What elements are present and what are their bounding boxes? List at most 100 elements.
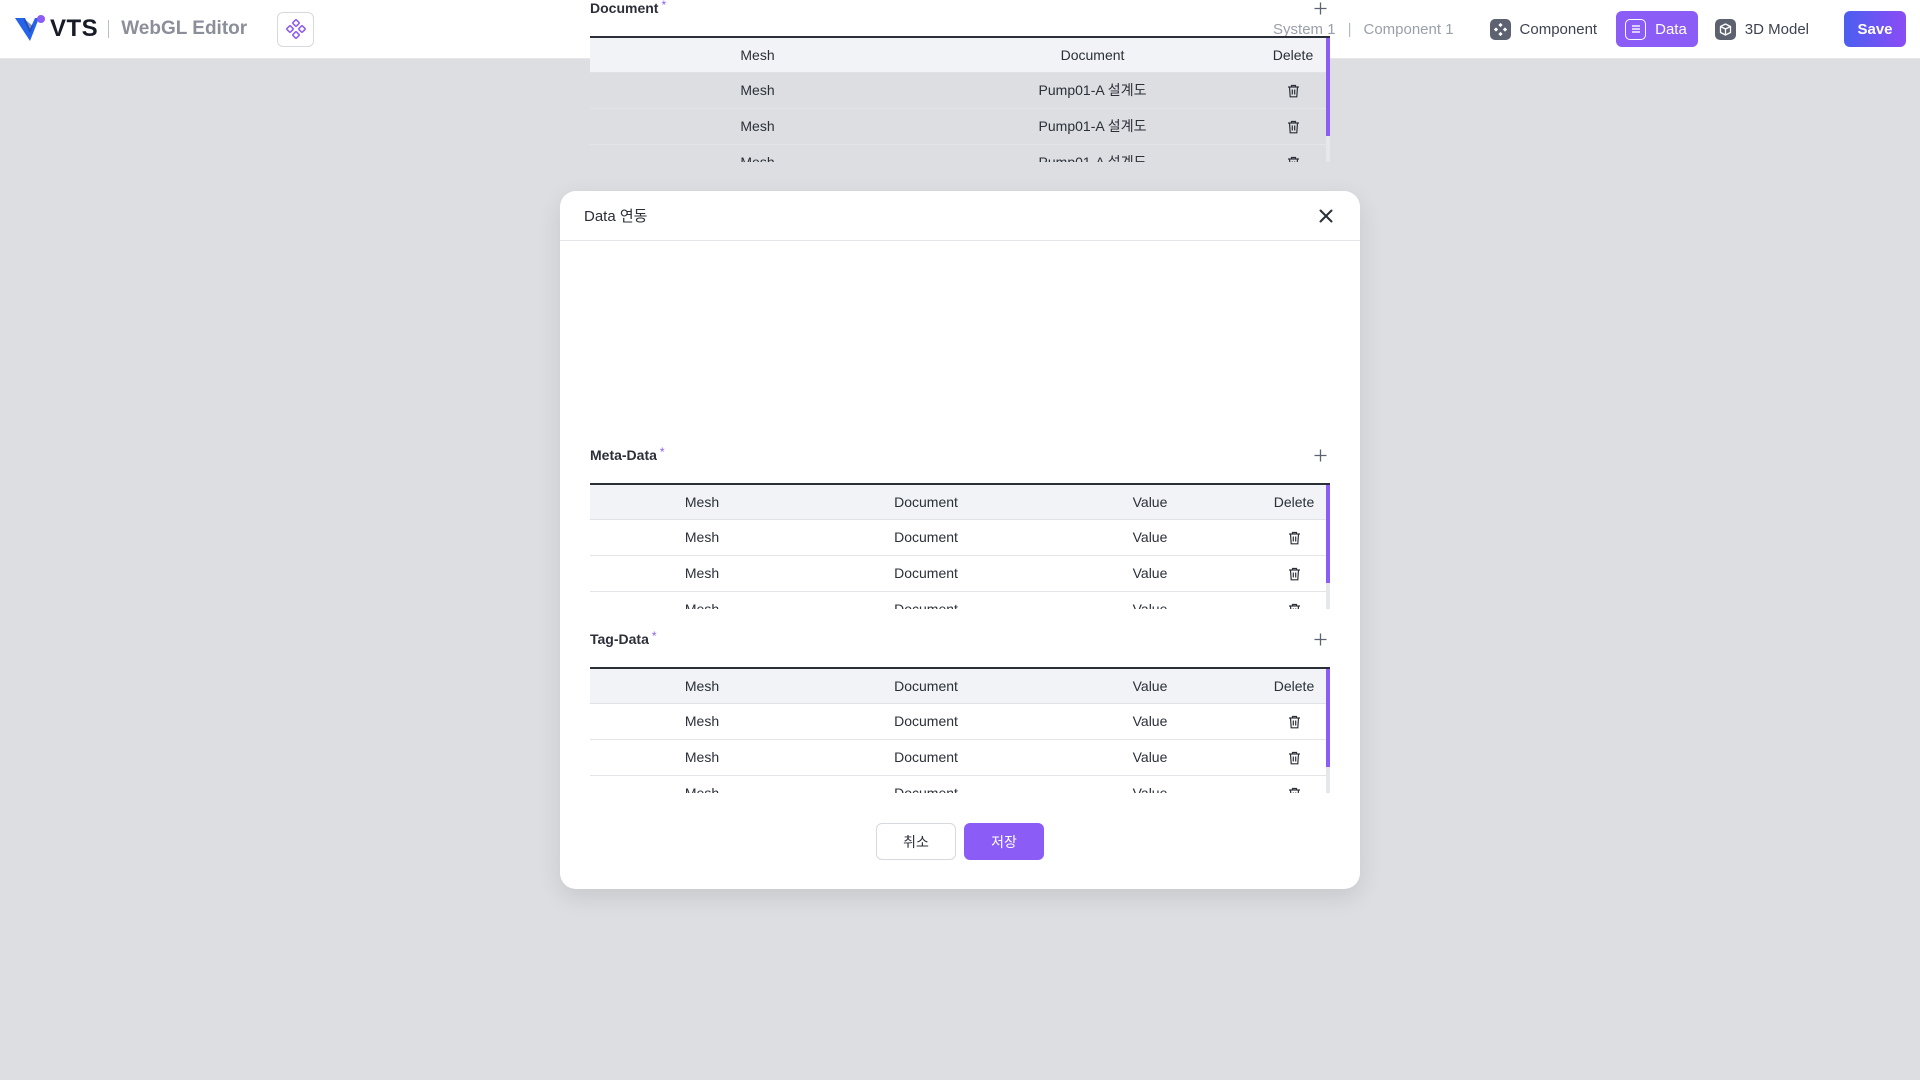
value-cell: Value: [1038, 703, 1262, 740]
add-document-button[interactable]: [1310, 0, 1330, 18]
value-cell: Value: [1038, 775, 1262, 793]
close-icon: [1319, 209, 1333, 222]
delete-cell: [1262, 519, 1326, 556]
cancel-button[interactable]: 취소: [876, 823, 956, 860]
delete-cell: [1262, 775, 1326, 793]
breadcrumb-separator: |: [1347, 20, 1352, 38]
dialog-footer: 취소 저장: [560, 823, 1360, 860]
meta-data-section-header: Meta-Data *: [590, 440, 1330, 470]
section-title: Tag-Data: [590, 631, 649, 647]
tag-data-section-header: Tag-Data *: [590, 624, 1330, 654]
mesh-cell: Mesh: [590, 108, 925, 145]
column-header: Delete: [1262, 669, 1326, 704]
cube-icon: [1714, 18, 1736, 40]
tab-3d-model-label: 3D Model: [1744, 20, 1809, 38]
scrollbar-thumb[interactable]: [1326, 485, 1330, 583]
document-cell: Document: [814, 591, 1038, 609]
close-button[interactable]: [1316, 206, 1336, 226]
delete-cell: [1260, 108, 1326, 145]
node-graph-icon: [285, 19, 306, 39]
vts-logo-icon: [15, 15, 45, 41]
required-mark: *: [661, 0, 667, 12]
tab-data-label: Data: [1655, 20, 1687, 38]
brand[interactable]: VTS WebGL Editor: [14, 14, 247, 44]
delete-cell: [1260, 72, 1326, 109]
plus-icon: [1314, 633, 1326, 645]
mesh-cell: Mesh: [590, 519, 814, 556]
table-row: Mesh Document Value: [590, 519, 1326, 556]
mesh-cell: Mesh: [590, 144, 925, 162]
table-row: Mesh Document Value: [590, 739, 1326, 776]
tab-3d-model[interactable]: 3D Model: [1706, 11, 1820, 47]
column-header: Mesh: [590, 38, 925, 73]
logo-text: VTS: [50, 15, 99, 42]
tab-component-label: Component: [1519, 20, 1598, 38]
table-header-row: Mesh Document Value Delete: [590, 669, 1326, 704]
document-cell: Document: [814, 775, 1038, 793]
header-actions: System 1 | Component 1 Component Data 3D…: [1273, 0, 1906, 58]
scrollbar-thumb[interactable]: [1326, 669, 1330, 767]
plus-icon: [1314, 2, 1326, 14]
breadcrumb-item-component[interactable]: Component 1: [1363, 21, 1453, 38]
table-row: Mesh Document Value: [590, 555, 1326, 592]
column-header: Delete: [1262, 485, 1326, 520]
save-button[interactable]: Save: [1844, 11, 1906, 47]
document-section-header: Document *: [590, 0, 1330, 23]
meta-data-section: Meta-Data * Mesh Document Value Delete M…: [590, 440, 1330, 609]
dialog-header: Data 연동: [560, 191, 1360, 241]
tag-data-table[interactable]: Mesh Document Value Delete Mesh Document…: [590, 667, 1330, 793]
value-cell: Value: [1038, 739, 1262, 776]
column-header: Value: [1038, 669, 1262, 704]
section-title: Meta-Data: [590, 447, 657, 463]
delete-cell: [1262, 591, 1326, 609]
add-meta-data-button[interactable]: [1310, 445, 1330, 465]
required-mark: *: [651, 629, 657, 643]
delete-cell: [1262, 703, 1326, 740]
mesh-cell: Mesh: [590, 555, 814, 592]
trash-icon[interactable]: [1286, 602, 1302, 609]
document-cell: Document: [814, 519, 1038, 556]
column-header: Value: [1038, 485, 1262, 520]
tab-data[interactable]: Data: [1616, 11, 1698, 47]
trash-icon[interactable]: [1286, 714, 1302, 730]
delete-cell: [1262, 555, 1326, 592]
document-cell: Document: [814, 739, 1038, 776]
value-cell: Value: [1038, 555, 1262, 592]
plus-icon: [1314, 449, 1326, 461]
tab-component[interactable]: Component: [1481, 11, 1609, 47]
scrollbar-thumb[interactable]: [1326, 38, 1330, 136]
trash-icon[interactable]: [1285, 83, 1301, 99]
node-graph-button[interactable]: [277, 11, 315, 47]
trash-icon[interactable]: [1285, 119, 1301, 135]
delete-cell: [1260, 144, 1326, 162]
trash-icon[interactable]: [1286, 530, 1302, 546]
dialog-title: Data 연동: [584, 208, 648, 225]
trash-icon[interactable]: [1286, 786, 1302, 793]
table-header-row: Mesh Document Value Delete: [590, 485, 1326, 520]
mesh-cell: Mesh: [590, 72, 925, 109]
meta-data-table[interactable]: Mesh Document Value Delete Mesh Document…: [590, 483, 1330, 609]
delete-cell: [1262, 739, 1326, 776]
trash-icon[interactable]: [1285, 155, 1301, 162]
trash-icon[interactable]: [1286, 566, 1302, 582]
document-cell: Document: [814, 703, 1038, 740]
document-cell: Pump01-A 설계도: [925, 144, 1260, 162]
column-header: Delete: [1260, 38, 1326, 73]
table-row: Mesh Pump01-A 설계도: [590, 108, 1326, 145]
table-row: Mesh Document Value: [590, 775, 1326, 793]
document-table[interactable]: Mesh Document Delete Mesh Pump01-A 설계도 M…: [590, 36, 1330, 162]
column-header: Document: [814, 485, 1038, 520]
required-mark: *: [659, 445, 665, 459]
document-cell: Pump01-A 설계도: [925, 108, 1260, 145]
mesh-cell: Mesh: [590, 775, 814, 793]
add-tag-data-button[interactable]: [1310, 629, 1330, 649]
brand-divider: [108, 20, 110, 38]
confirm-save-button[interactable]: 저장: [964, 823, 1044, 860]
mesh-cell: Mesh: [590, 703, 814, 740]
tag-data-section: Tag-Data * Mesh Document Value Delete Me…: [590, 624, 1330, 793]
trash-icon[interactable]: [1286, 750, 1302, 766]
mesh-cell: Mesh: [590, 591, 814, 609]
table-row: Mesh Pump01-A 설계도: [590, 144, 1326, 162]
mesh-cell: Mesh: [590, 739, 814, 776]
column-header: Mesh: [590, 669, 814, 704]
